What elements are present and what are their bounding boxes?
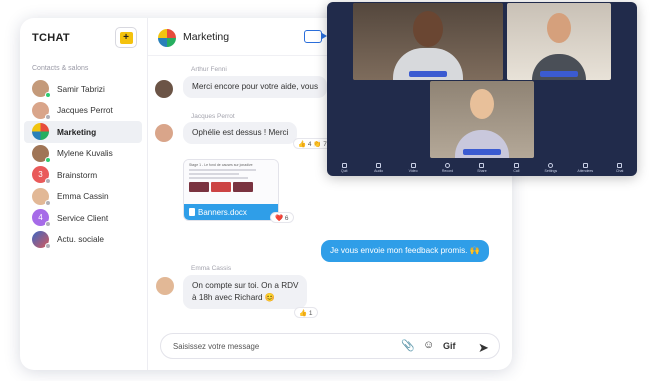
message-line: On compte sur toi. On a RDV bbox=[192, 281, 299, 290]
share-screen-icon bbox=[479, 163, 485, 168]
avatar bbox=[156, 277, 174, 295]
compose-button[interactable]: + bbox=[115, 27, 137, 48]
sidebar-item-label: Emma Cassin bbox=[57, 191, 109, 202]
avatar: 3 bbox=[32, 166, 51, 185]
message-composer[interactable]: Saisissez votre message 📎 ☺ Gif bbox=[160, 333, 500, 359]
quit-button[interactable]: Quit bbox=[332, 163, 356, 173]
status-indicator bbox=[45, 178, 51, 185]
paperclip-icon[interactable]: 📎 bbox=[401, 339, 415, 352]
sidebar-item-mylene-kuvalis[interactable]: Mylene Kuvalis bbox=[24, 143, 142, 165]
send-icon[interactable]: ➤ bbox=[478, 340, 489, 356]
video-tile-participant-1 bbox=[353, 3, 503, 80]
avatar: 4 bbox=[32, 209, 51, 228]
record-button[interactable]: Record bbox=[436, 163, 460, 173]
sidebar-item-samir-tabrizi[interactable]: Samir Tabrizi bbox=[24, 78, 142, 100]
own-message-bubble: Je vous envoie mon feedback promis. 🙌 bbox=[321, 240, 489, 262]
avatar bbox=[32, 144, 51, 163]
participant-name-tag bbox=[540, 71, 578, 77]
sidebar-item-label: Brainstorm bbox=[57, 169, 98, 180]
message-bubble: Merci encore pour votre aide, vous bbox=[183, 76, 328, 98]
participant-name-tag bbox=[463, 149, 501, 155]
sidebar-item-label: Jacques Perrot bbox=[57, 105, 113, 116]
attachment-preview: Stage 1 - Le fond de causes sur jonadive bbox=[184, 160, 278, 204]
status-indicator bbox=[45, 113, 51, 120]
attendees-icon bbox=[582, 163, 588, 168]
message-sender: Jacques Perrot bbox=[191, 113, 235, 120]
participant-name-tag bbox=[409, 71, 447, 77]
status-indicator bbox=[45, 221, 51, 228]
channel-avatar bbox=[158, 29, 176, 47]
sidebar-item-label: Samir Tabrizi bbox=[57, 83, 105, 94]
message-bubble: Ophélie est dessus ! Merci bbox=[183, 122, 298, 144]
message-sender: Arthur Fenni bbox=[191, 66, 227, 73]
gear-icon bbox=[548, 163, 554, 168]
gif-button[interactable]: Gif bbox=[443, 341, 456, 351]
attachment-card[interactable]: Stage 1 - Le fond de causes sur jonadive… bbox=[183, 159, 279, 221]
avatar bbox=[32, 101, 51, 120]
settings-button[interactable]: Settings bbox=[539, 163, 563, 173]
quit-icon bbox=[341, 163, 347, 168]
phone-icon bbox=[513, 163, 519, 168]
message-bubble: On compte sur toi. On a RDV à 18h avec R… bbox=[183, 275, 308, 309]
attendees-button[interactable]: Attendees bbox=[573, 163, 597, 173]
sidebar-item-service-client[interactable]: 4 Service Client bbox=[24, 207, 142, 229]
avatar bbox=[32, 80, 51, 99]
emoji-icon[interactable]: ☺ bbox=[423, 339, 434, 351]
message-input-placeholder: Saisissez votre message bbox=[173, 342, 260, 351]
sidebar-item-label: Service Client bbox=[57, 212, 109, 223]
sidebar-item-jacques-perrot[interactable]: Jacques Perrot bbox=[24, 100, 142, 122]
sidebar: TCHAT + Contacts & salons Samir Tabrizi … bbox=[20, 18, 148, 370]
sidebar-item-label: Actu. sociale bbox=[57, 234, 105, 245]
video-button[interactable]: Video bbox=[401, 163, 425, 173]
video-call-window: Quit Audio Video Record Share Call Setti… bbox=[327, 2, 637, 176]
video-controls: Quit Audio Video Record Share Call Setti… bbox=[327, 160, 637, 176]
sidebar-item-label: Mylene Kuvalis bbox=[57, 148, 113, 159]
sidebar-item-marketing[interactable]: Marketing bbox=[24, 121, 142, 143]
status-indicator bbox=[45, 92, 51, 99]
avatar bbox=[155, 124, 173, 142]
attachment-filename: Banners.docx bbox=[184, 204, 278, 220]
status-indicator bbox=[45, 199, 51, 206]
sidebar-item-actu-sociale[interactable]: Actu. sociale bbox=[24, 229, 142, 251]
contact-list: Samir Tabrizi Jacques Perrot Marketing M… bbox=[24, 78, 142, 250]
camera-icon bbox=[410, 163, 416, 168]
video-tile-participant-3 bbox=[430, 81, 534, 158]
avatar bbox=[32, 123, 49, 141]
sidebar-item-emma-cassin[interactable]: Emma Cassin bbox=[24, 186, 142, 208]
microphone-icon bbox=[376, 163, 382, 168]
app-title: TCHAT bbox=[32, 32, 70, 44]
reaction-badge[interactable]: 👍 1 bbox=[294, 307, 318, 318]
call-button[interactable]: Call bbox=[504, 163, 528, 173]
share-button[interactable]: Share bbox=[470, 163, 494, 173]
video-call-icon[interactable] bbox=[304, 30, 327, 43]
sidebar-item-brainstorm[interactable]: 3 Brainstorm bbox=[24, 164, 142, 186]
compose-icon: + bbox=[119, 31, 133, 44]
screenshot-stage: { "app": {"title": "TCHAT", "new_icon": … bbox=[0, 0, 661, 381]
record-icon bbox=[445, 163, 451, 168]
message-sender: Emma Cassis bbox=[191, 265, 232, 272]
status-indicator bbox=[45, 242, 51, 249]
chat-button[interactable]: Chat bbox=[608, 163, 632, 173]
section-label: Contacts & salons bbox=[32, 65, 89, 72]
avatar bbox=[155, 80, 173, 98]
chat-icon bbox=[617, 163, 623, 168]
channel-title: Marketing bbox=[183, 31, 230, 43]
reaction-badge[interactable]: ❤️ 6 bbox=[270, 212, 294, 223]
avatar bbox=[32, 187, 51, 206]
message-line: à 18h avec Richard 😊 bbox=[192, 293, 276, 302]
avatar bbox=[32, 230, 51, 249]
attachment-preview-title: Stage 1 - Le fond de causes sur jonadive bbox=[189, 163, 253, 167]
audio-button[interactable]: Audio bbox=[367, 163, 391, 173]
sidebar-item-label: Marketing bbox=[57, 126, 97, 137]
video-tile-participant-2 bbox=[507, 3, 611, 80]
status-indicator bbox=[45, 156, 51, 163]
